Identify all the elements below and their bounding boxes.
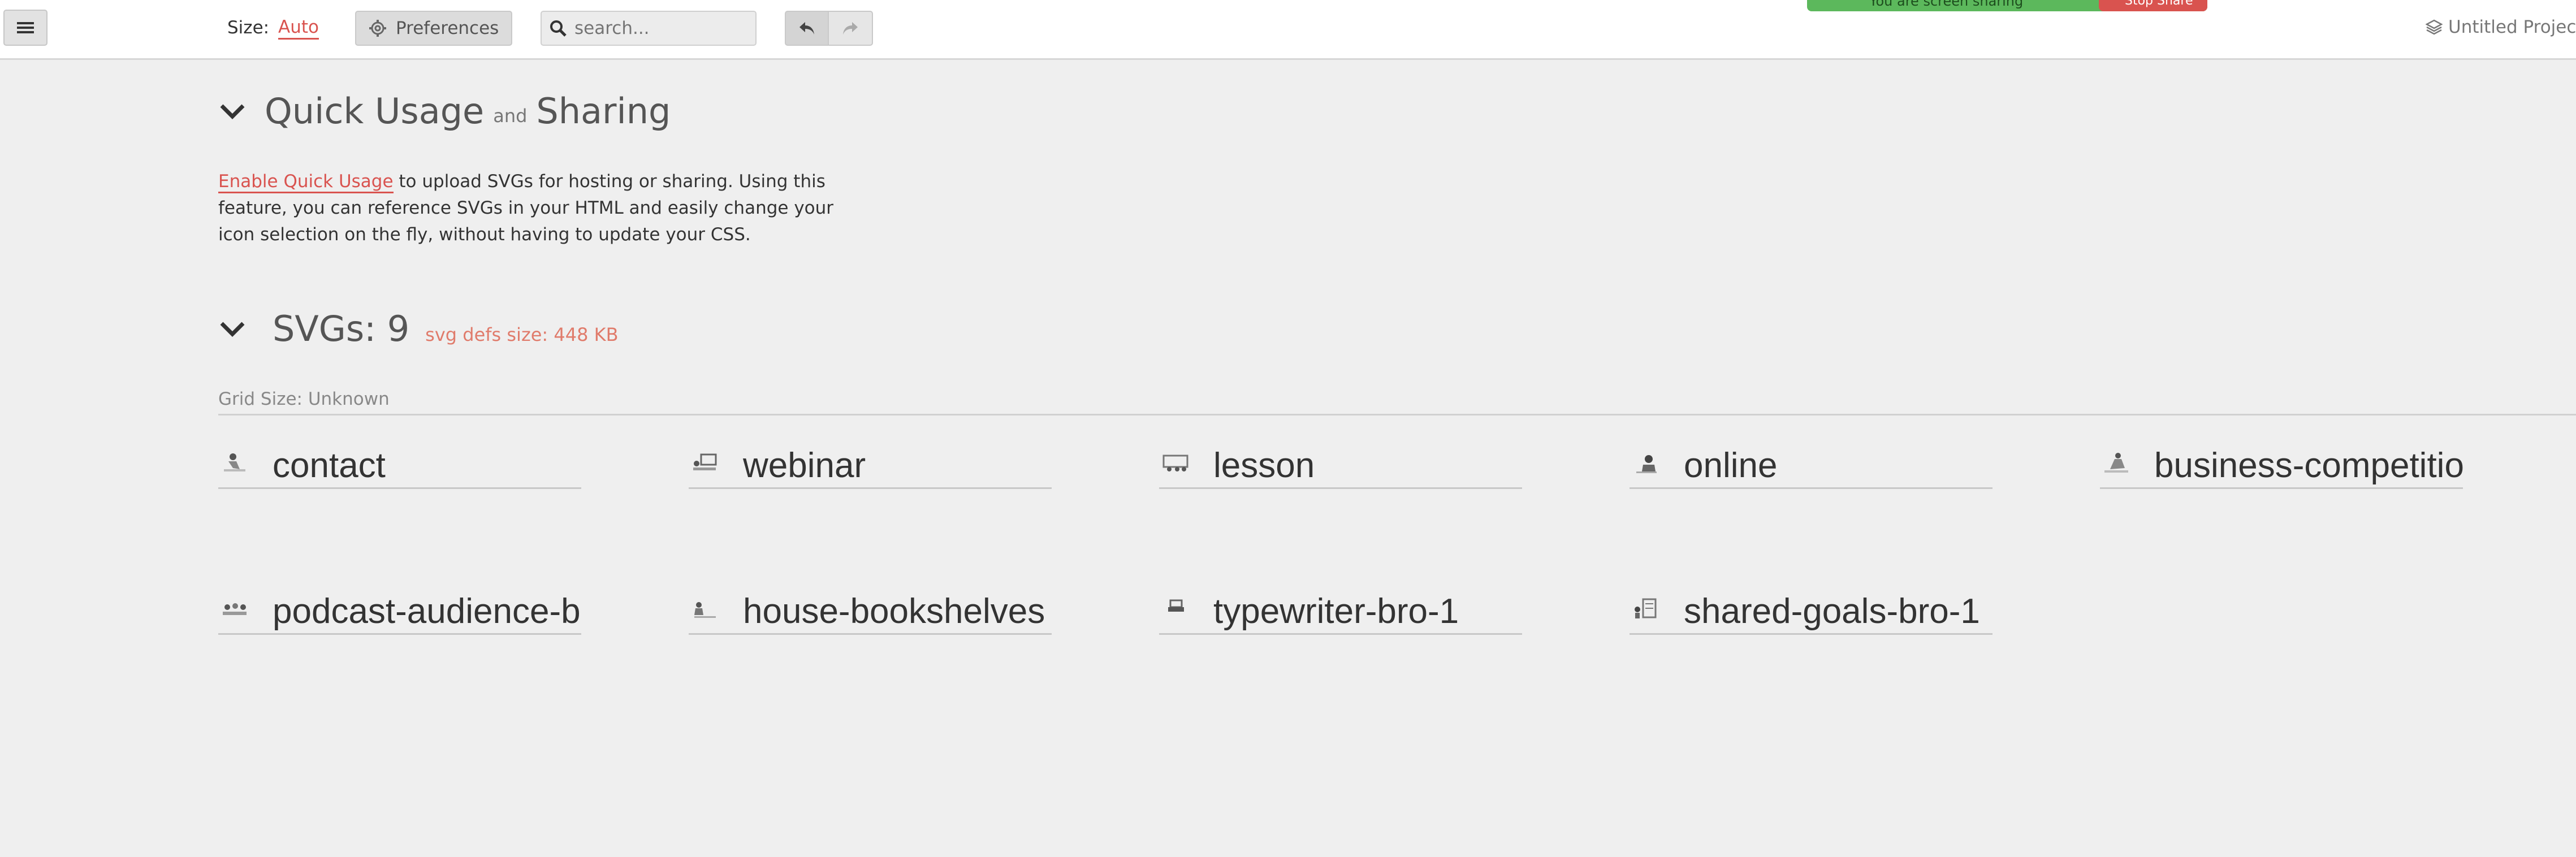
svg-item-name: lesson [1213, 446, 1315, 485]
webinar-thumbnail [693, 453, 717, 470]
chevron-down-icon [220, 322, 245, 337]
stop-share-label: Stop Share [2125, 0, 2193, 8]
svg-item-typewriter[interactable]: typewriter-bro-1 [1159, 588, 1522, 635]
svgs-header[interactable]: SVGs: 9 svg defs size: 448 KB [218, 308, 619, 349]
screen-share-message: You are screen sharing [1869, 0, 2024, 9]
shared-goals-thumbnail [1635, 598, 1657, 618]
svgs-count-title: SVGs: 9 [273, 308, 410, 349]
quick-usage-and: and [493, 105, 528, 127]
divider [218, 414, 2576, 415]
redo-icon [843, 22, 858, 34]
menu-button[interactable] [3, 10, 47, 46]
svg-item-business-competition[interactable]: business-competition [2100, 442, 2463, 489]
svg-item-name: shared-goals-bro-1 [1684, 592, 1980, 631]
search-field[interactable] [541, 11, 757, 46]
enable-quick-usage-link[interactable]: Enable Quick Usage [218, 171, 394, 193]
stop-share-button[interactable]: Stop Share [2099, 0, 2207, 11]
svg-item-name: typewriter-bro-1 [1213, 592, 1459, 631]
top-toolbar: Size: Auto Preferences You are screen sh [0, 0, 2576, 60]
layers-icon [2426, 19, 2443, 35]
svg-item-webinar[interactable]: webinar [689, 442, 1052, 489]
svg-item-name: webinar [743, 446, 866, 485]
svg-item-contact[interactable]: contact [218, 442, 581, 489]
hamburger-icon [17, 22, 34, 33]
typewriter-thumbnail [1168, 599, 1184, 612]
business-competition-thumbnail [2104, 453, 2128, 473]
lesson-thumbnail [1162, 455, 1188, 471]
search-input[interactable] [573, 18, 745, 39]
sharing-title: Sharing [536, 90, 671, 132]
svg-item-lesson[interactable]: lesson [1159, 442, 1522, 489]
svg-item-name: business-competition [2154, 446, 2463, 485]
quick-usage-description: Enable Quick Usage to upload SVGs for ho… [218, 168, 857, 248]
project-name-label: Untitled Project [2448, 17, 2576, 37]
quick-usage-title: Quick Usage [265, 90, 485, 132]
project-name[interactable]: Untitled Project [2426, 17, 2576, 37]
preferences-label: Preferences [396, 18, 499, 38]
svg-item-house-bookshelves[interactable]: house-bookshelves [689, 588, 1052, 635]
house-bookshelves-thumbnail [694, 602, 716, 618]
svg-item-name: house-bookshelves [743, 592, 1045, 631]
svg-item-online[interactable]: online [1630, 442, 1992, 489]
quick-usage-header[interactable]: Quick Usage and Sharing [218, 90, 671, 132]
gear-icon [369, 20, 386, 37]
svg-item-name: online [1684, 446, 1778, 485]
contact-thumbnail [224, 453, 245, 471]
size-dropdown[interactable]: Auto [278, 17, 319, 40]
redo-button[interactable] [829, 11, 873, 46]
svg-item-podcast-audience[interactable]: podcast-audience-bro-1 [218, 588, 581, 635]
svg-item-name: podcast-audience-bro-1 [273, 592, 581, 631]
chevron-down-icon [220, 104, 245, 119]
svg-item-name: contact [273, 446, 386, 485]
preferences-button[interactable]: Preferences [355, 11, 512, 46]
grid-size-label: Grid Size: Unknown [218, 389, 390, 409]
svg-item-shared-goals[interactable]: shared-goals-bro-1 [1630, 588, 1992, 635]
podcast-audience-thumbnail [223, 603, 247, 615]
online-thumbnail [1636, 455, 1657, 473]
undo-button[interactable] [785, 11, 829, 46]
size-label: Size: [227, 18, 270, 38]
search-icon [550, 20, 567, 37]
svg-defs-size: svg defs size: 448 KB [425, 323, 619, 345]
undo-icon [799, 22, 814, 34]
